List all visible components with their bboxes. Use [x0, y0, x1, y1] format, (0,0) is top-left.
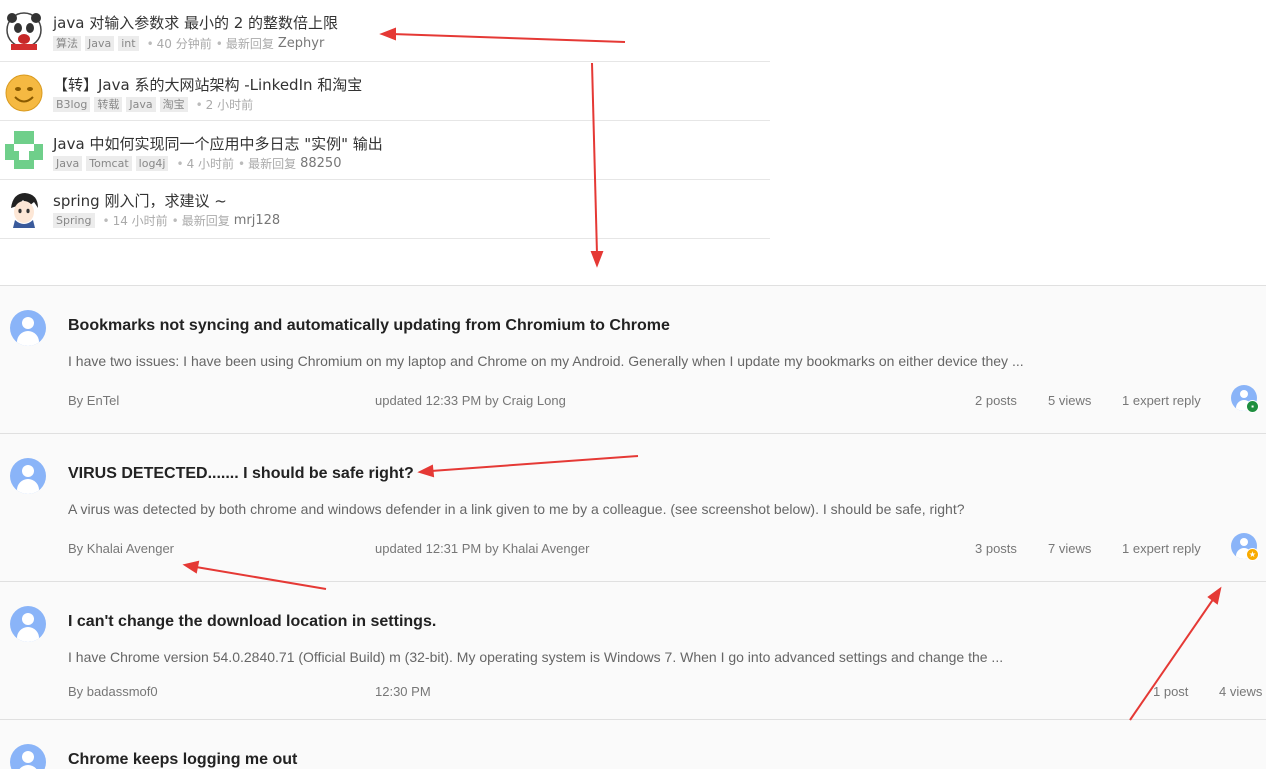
post-time: 2 小时前	[205, 98, 254, 112]
tag[interactable]: int	[118, 36, 139, 51]
latest-reply-user[interactable]: mrj128	[234, 213, 280, 228]
thread-updated: updated 12:33 PM by Craig Long	[375, 393, 566, 408]
latest-reply-user[interactable]: Zephyr	[278, 36, 324, 51]
thread-snippet: I have two issues: I have been using Chr…	[68, 353, 1024, 369]
tag[interactable]: Spring	[53, 213, 95, 228]
thread-row[interactable]: Chrome keeps logging me out	[0, 719, 1266, 769]
thread-snippet: I have Chrome version 54.0.2840.71 (Offi…	[68, 649, 1004, 665]
panda-mascot-avatar-icon[interactable]	[5, 12, 43, 50]
tag[interactable]: 算法	[53, 36, 81, 51]
user-avatar-icon	[10, 744, 46, 769]
list-item[interactable]: 【转】Java 系的大网站架构 -LinkedIn 和淘宝 B3log 转载 J…	[0, 62, 770, 121]
thread-title[interactable]: I can't change the download location in …	[68, 613, 436, 631]
user-avatar-icon	[10, 458, 46, 494]
expert-reply-count: 1 expert reply	[1122, 541, 1201, 556]
tag[interactable]: Java	[85, 36, 115, 51]
latest-reply-label: 最新回复	[248, 157, 297, 171]
thread-title[interactable]: Chrome keeps logging me out	[68, 751, 297, 769]
topic-meta: Spring • 14 小时前 • 最新回复 mrj128	[53, 212, 280, 229]
view-count: 4 views	[1219, 684, 1263, 699]
thread-snippet: A virus was detected by both chrome and …	[68, 501, 965, 517]
thread-row[interactable]: Bookmarks not syncing and automatically …	[0, 285, 1266, 433]
thread-updated: 12:30 PM	[375, 684, 431, 699]
thread-author: By Khalai Avenger	[68, 541, 174, 556]
tag[interactable]: 淘宝	[159, 97, 188, 112]
separator-dot: •	[171, 213, 179, 228]
topic-title[interactable]: Java 中如何实现同一个应用中多日志 "实例" 输出	[53, 133, 383, 154]
thread-author: By badassmof0	[68, 684, 158, 699]
topic-meta: 算法 Java int • 40 分钟前 • 最新回复 Zephyr	[53, 35, 324, 52]
tag[interactable]: 转载	[94, 97, 123, 112]
thread-updated: updated 12:31 PM by Khalai Avenger	[375, 541, 590, 556]
green-identicon-avatar-icon[interactable]	[5, 131, 43, 169]
post-count: 3 posts	[975, 541, 1017, 556]
thread-title[interactable]: Bookmarks not syncing and automatically …	[68, 317, 670, 335]
separator-dot: •	[195, 97, 203, 112]
thread-row[interactable]: VIRUS DETECTED....... I should be safe r…	[0, 433, 1266, 581]
user-avatar-icon	[10, 606, 46, 642]
thread-author: By EnTel	[68, 393, 120, 408]
star-badge-icon: ★	[1246, 548, 1259, 561]
topic-meta: Java Tomcat log4j • 4 小时前 • 最新回复 88250	[53, 155, 341, 172]
latest-reply-user[interactable]: 88250	[300, 156, 341, 171]
tag[interactable]: log4j	[135, 156, 169, 171]
topic-meta: B3log 转载 Java 淘宝 • 2 小时前	[53, 96, 253, 113]
post-time: 40 分钟前	[156, 37, 212, 51]
separator-dot: •	[238, 156, 246, 171]
latest-reply-label: 最新回复	[181, 214, 230, 228]
view-count: 5 views	[1048, 393, 1092, 408]
separator-dot: •	[176, 156, 184, 171]
topic-title[interactable]: 【转】Java 系的大网站架构 -LinkedIn 和淘宝	[53, 74, 362, 95]
latest-reply-label: 最新回复	[225, 37, 274, 51]
post-time: 14 小时前	[112, 214, 168, 228]
tag[interactable]: B3log	[53, 97, 91, 112]
separator-dot: •	[102, 213, 110, 228]
chat-badge-icon: ▪	[1246, 400, 1259, 413]
thread-title[interactable]: VIRUS DETECTED....... I should be safe r…	[68, 465, 414, 483]
tag[interactable]: Java	[126, 97, 156, 112]
user-avatar-icon	[10, 310, 46, 346]
separator-dot: •	[215, 36, 223, 51]
anime-character-avatar-icon[interactable]	[5, 190, 43, 228]
topic-title[interactable]: spring 刚入门，求建议 ~	[53, 190, 227, 211]
separator-dot: •	[146, 36, 154, 51]
expert-avatar-icon[interactable]: ▪	[1231, 385, 1259, 413]
post-time: 4 小时前	[186, 157, 235, 171]
topic-title[interactable]: java 对输入参数求 最小的 2 的整数倍上限	[53, 12, 338, 33]
view-count: 7 views	[1048, 541, 1092, 556]
expert-reply-count: 1 expert reply	[1122, 393, 1201, 408]
topic-list: java 对输入参数求 最小的 2 的整数倍上限 算法 Java int • 4…	[0, 0, 770, 239]
list-item[interactable]: java 对输入参数求 最小的 2 的整数倍上限 算法 Java int • 4…	[0, 0, 770, 62]
list-item[interactable]: Java 中如何实现同一个应用中多日志 "实例" 输出 Java Tomcat …	[0, 121, 770, 180]
tag[interactable]: Tomcat	[86, 156, 132, 171]
tag[interactable]: Java	[53, 156, 83, 171]
post-count: 1 post	[1153, 684, 1189, 699]
smiley-face-avatar-icon[interactable]	[5, 74, 43, 112]
expert-avatar-icon[interactable]: ★	[1231, 533, 1259, 561]
list-item[interactable]: spring 刚入门，求建议 ~ Spring • 14 小时前 • 最新回复 …	[0, 180, 770, 239]
thread-row[interactable]: I can't change the download location in …	[0, 581, 1266, 719]
post-count: 2 posts	[975, 393, 1017, 408]
